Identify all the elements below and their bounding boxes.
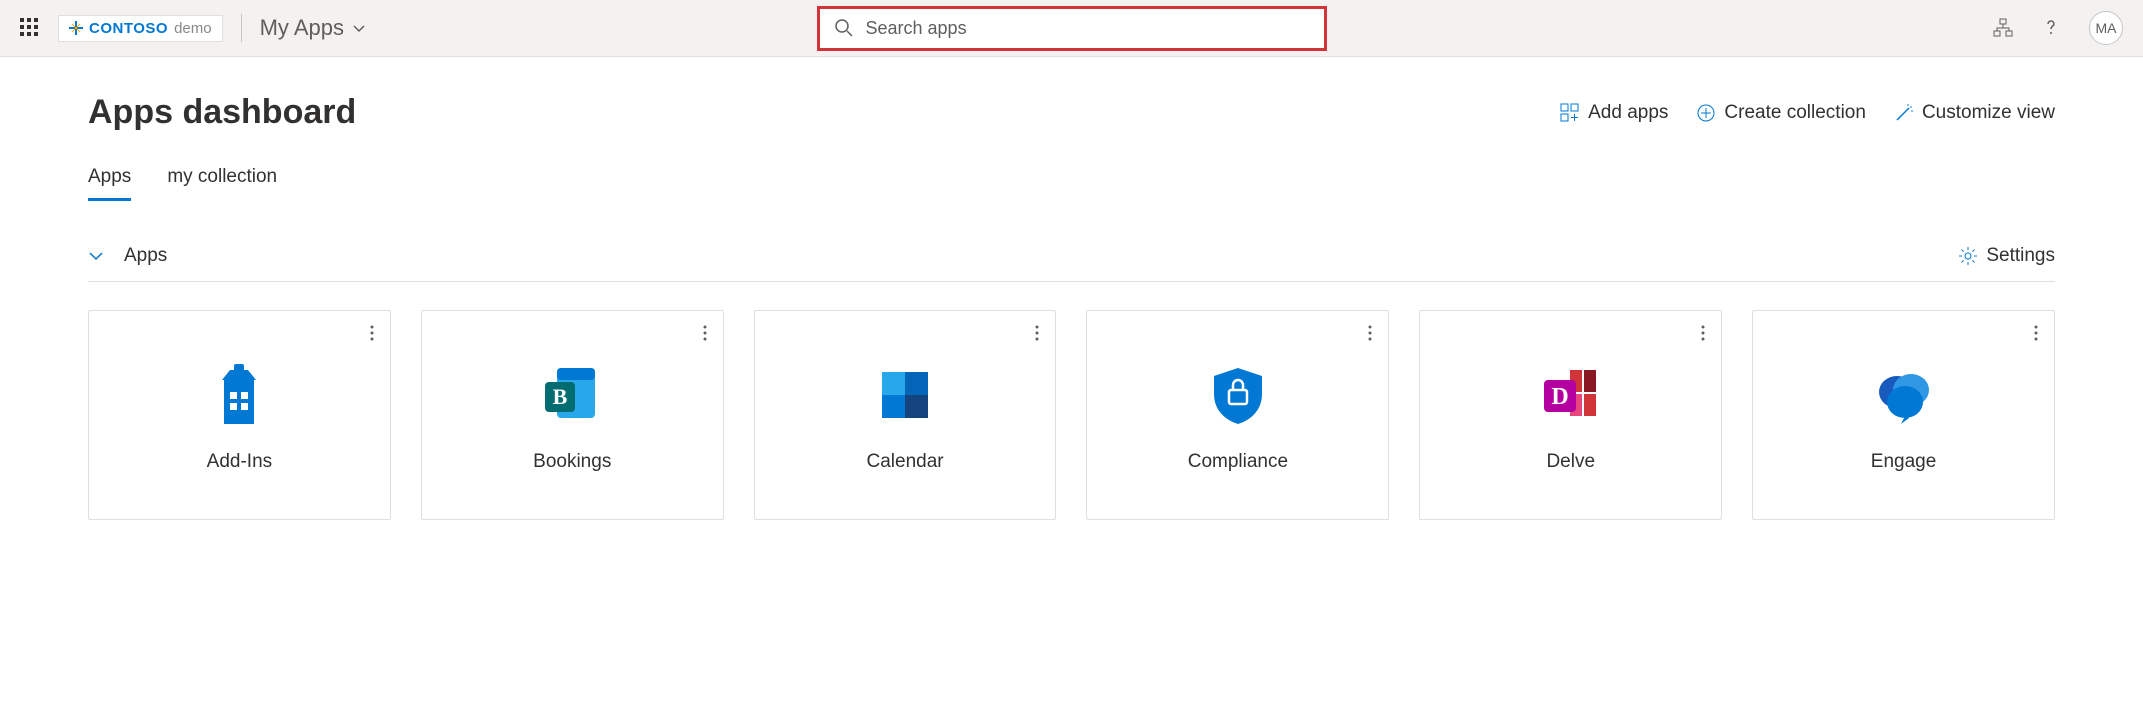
create-collection-icon bbox=[1696, 103, 1716, 123]
more-icon[interactable] bbox=[1368, 325, 1372, 341]
avatar[interactable]: MA bbox=[2089, 11, 2123, 45]
dashboard-actions: Add apps Create collection Customize vie… bbox=[1560, 102, 2055, 124]
more-icon[interactable] bbox=[1701, 325, 1705, 341]
addins-app-icon bbox=[201, 357, 277, 433]
main-content: Apps dashboard Add apps Create collectio… bbox=[0, 57, 2143, 560]
settings-button[interactable]: Settings bbox=[1958, 245, 2055, 267]
customize-view-label: Customize view bbox=[1922, 102, 2055, 124]
svg-text:D: D bbox=[1551, 384, 1568, 410]
delve-app-icon: D bbox=[1533, 357, 1609, 433]
more-icon[interactable] bbox=[2034, 325, 2038, 341]
app-grid: Add-Ins B Bookings Calendar Compliance bbox=[88, 310, 2055, 520]
bookings-app-icon: B bbox=[534, 357, 610, 433]
search-box[interactable] bbox=[817, 6, 1327, 51]
app-label: Calendar bbox=[867, 451, 944, 473]
svg-text:B: B bbox=[553, 384, 568, 409]
divider bbox=[241, 14, 242, 42]
add-apps-icon bbox=[1560, 103, 1580, 123]
org-logo[interactable]: CONTOSO demo bbox=[58, 15, 223, 42]
tab-apps[interactable]: Apps bbox=[88, 166, 131, 201]
section-header-left: Apps bbox=[88, 245, 167, 267]
calendar-app-icon bbox=[867, 357, 943, 433]
customize-view-icon bbox=[1894, 103, 1914, 123]
engage-app-icon bbox=[1866, 357, 1942, 433]
create-collection-button[interactable]: Create collection bbox=[1696, 102, 1866, 124]
app-launcher-icon[interactable] bbox=[20, 18, 40, 38]
org-logo-icon bbox=[69, 21, 83, 35]
compliance-app-icon bbox=[1200, 357, 1276, 433]
logo-suffix-text: demo bbox=[174, 20, 212, 37]
app-label: Bookings bbox=[533, 451, 611, 473]
section-collapse-icon[interactable] bbox=[88, 248, 104, 264]
help-icon[interactable] bbox=[2041, 18, 2061, 38]
app-card-delve[interactable]: D Delve bbox=[1419, 310, 1722, 520]
logo-brand-text: CONTOSO bbox=[89, 20, 168, 37]
tab-my-collection[interactable]: my collection bbox=[167, 166, 277, 201]
app-card-calendar[interactable]: Calendar bbox=[754, 310, 1057, 520]
app-label: Engage bbox=[1871, 451, 1937, 473]
create-collection-label: Create collection bbox=[1724, 102, 1866, 124]
more-icon[interactable] bbox=[370, 325, 374, 341]
more-icon[interactable] bbox=[703, 325, 707, 341]
customize-view-button[interactable]: Customize view bbox=[1894, 102, 2055, 124]
app-switcher-label: My Apps bbox=[260, 15, 344, 41]
gear-icon bbox=[1958, 246, 1978, 266]
section-title: Apps bbox=[124, 245, 167, 267]
topbar-right: MA bbox=[1993, 11, 2123, 45]
tabs: Apps my collection bbox=[88, 166, 2055, 201]
search-icon bbox=[834, 18, 854, 38]
app-label: Delve bbox=[1546, 451, 1595, 473]
app-card-engage[interactable]: Engage bbox=[1752, 310, 2055, 520]
chevron-down-icon bbox=[352, 21, 366, 35]
section-header: Apps Settings bbox=[88, 245, 2055, 282]
app-switcher[interactable]: My Apps bbox=[260, 15, 366, 41]
avatar-initials: MA bbox=[2096, 20, 2117, 36]
more-icon[interactable] bbox=[1035, 325, 1039, 341]
search-input[interactable] bbox=[866, 18, 1310, 39]
app-card-bookings[interactable]: B Bookings bbox=[421, 310, 724, 520]
app-card-addins[interactable]: Add-Ins bbox=[88, 310, 391, 520]
org-hierarchy-icon[interactable] bbox=[1993, 18, 2013, 38]
top-bar: CONTOSO demo My Apps MA bbox=[0, 0, 2143, 57]
dashboard-header: Apps dashboard Add apps Create collectio… bbox=[88, 93, 2055, 132]
app-label: Add-Ins bbox=[207, 451, 272, 473]
settings-label: Settings bbox=[1986, 245, 2055, 267]
app-label: Compliance bbox=[1188, 451, 1288, 473]
add-apps-button[interactable]: Add apps bbox=[1560, 102, 1668, 124]
app-card-compliance[interactable]: Compliance bbox=[1086, 310, 1389, 520]
add-apps-label: Add apps bbox=[1588, 102, 1668, 124]
page-title: Apps dashboard bbox=[88, 93, 356, 132]
